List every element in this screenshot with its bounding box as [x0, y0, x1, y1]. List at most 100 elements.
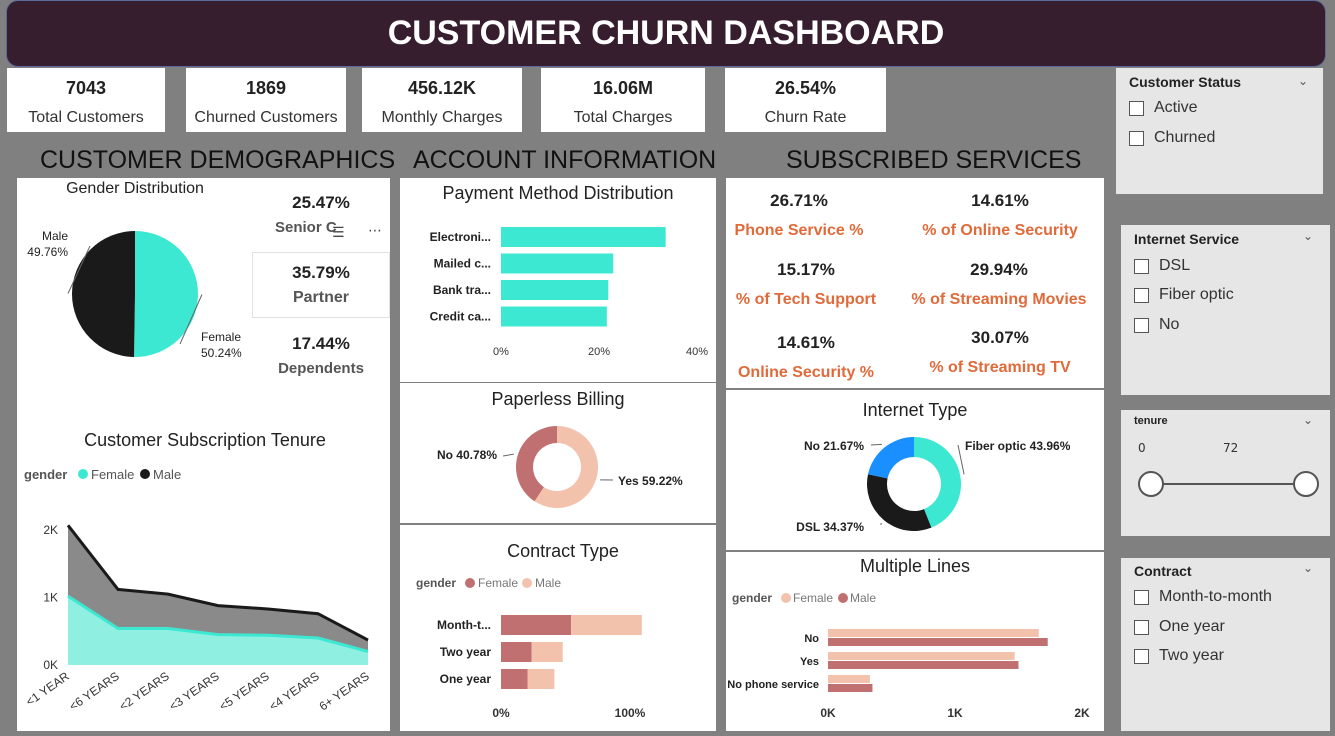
kpi-total-customers: 7043 Total Customers — [7, 68, 165, 132]
service-streaming-tv-value: 30.07% — [971, 328, 1029, 347]
x-tick-label: <2 YEARS — [117, 669, 172, 713]
y-tick-label: 2K — [43, 523, 58, 537]
slicer-option-one-year[interactable]: One year — [1134, 618, 1225, 636]
legend-marker-male — [140, 469, 150, 479]
x-tick-label: <5 YEARS — [217, 669, 272, 713]
slicer-option-no[interactable]: No — [1134, 316, 1179, 334]
gender-chart-title[interactable]: Gender Distribution — [40, 180, 230, 198]
slicer-option-two-year[interactable]: Two year — [1134, 647, 1224, 665]
payment-bar-chart[interactable]: Electroni... Mailed c... Bank tra... Credit… — [400, 215, 716, 380]
service-streaming-movies-value: 29.94% — [970, 260, 1028, 279]
data-label: Yes 59.22% — [618, 474, 683, 488]
slicer-tenure: tenure ⌄ 0 72 — [1121, 410, 1330, 536]
bar-male-0 — [828, 638, 1048, 646]
senior-citizen-card: 25.47% Senior C — [252, 185, 390, 251]
dependents-card: 17.44% Dependents — [252, 322, 390, 386]
slicer-title: Internet Service — [1134, 231, 1240, 247]
x-tick-label: 100% — [615, 706, 646, 720]
pie-slice-no — [868, 437, 914, 479]
kpi-total-charges: 16.06M Total Charges — [541, 68, 705, 132]
gender-pie-chart[interactable]: Female 50.24% Male 49.76% — [20, 205, 260, 385]
service-tech-support-label: % of Tech Support — [735, 291, 877, 308]
chevron-down-icon[interactable]: ⌄ — [1303, 561, 1313, 575]
slicer-option-churned[interactable]: Churned — [1129, 129, 1215, 147]
bar-female-0 — [828, 629, 1039, 637]
internet-donut-chart[interactable]: Fiber optic 43.96% DSL 34.37% No 21.67% — [726, 425, 1104, 550]
payment-chart-title: Payment Method Distribution — [442, 183, 674, 203]
x-tick-label: <6 YEARS — [67, 669, 122, 713]
kpi-label: Monthly Charges — [381, 109, 503, 126]
checkbox[interactable] — [1134, 648, 1149, 664]
kpi-label: Churn Rate — [764, 109, 847, 126]
tenure-min-input[interactable]: 0 — [1134, 438, 1206, 460]
slicer-customer-status: Customer Status ⌄ Active Churned — [1116, 68, 1323, 194]
dependents-value: 17.44% — [292, 334, 350, 353]
slicer-option-dsl[interactable]: DSL — [1134, 257, 1190, 275]
data-label: No 21.67% — [804, 439, 864, 453]
checkbox[interactable] — [1134, 619, 1149, 635]
slicer-option-month-to-month[interactable]: Month-to-month — [1134, 588, 1272, 606]
chevron-down-icon[interactable]: ⌄ — [1298, 74, 1308, 88]
bar-male-2 — [828, 684, 873, 692]
kpi-churned-customers: 1869 Churned Customers — [186, 68, 346, 132]
tenure-slider-max-handle[interactable] — [1293, 471, 1319, 497]
slicer-option-fiber[interactable]: Fiber optic — [1134, 286, 1234, 304]
category-label: No — [804, 633, 819, 645]
checkbox[interactable] — [1129, 100, 1144, 116]
partner-label: Partner — [292, 289, 350, 306]
chevron-down-icon[interactable]: ⌄ — [1303, 229, 1313, 243]
x-tick-label: 2K — [1074, 706, 1090, 720]
slicer-option-active[interactable]: Active — [1129, 99, 1198, 117]
x-tick-label: 40% — [686, 346, 708, 358]
checkbox[interactable] — [1134, 317, 1149, 333]
legend-label-male: Male — [153, 467, 181, 482]
partner-value: 35.79% — [292, 263, 350, 282]
service-online-security-label: % of Online Security — [922, 222, 1078, 239]
x-tick-label: 6+ YEARS — [317, 669, 372, 713]
tenure-slider-min-handle[interactable] — [1138, 471, 1164, 497]
bar-3 — [501, 306, 607, 327]
pie-slice-male — [71, 231, 135, 357]
chevron-down-icon[interactable]: ⌄ — [1303, 413, 1313, 427]
x-tick-label: 0% — [493, 346, 509, 358]
legend-label-female: Female — [478, 576, 518, 590]
legend-title: gender — [732, 591, 772, 605]
bar-2 — [501, 280, 609, 300]
multiplelines-bar-chart[interactable]: gender Female Male No Yes No phone service 0K 1… — [726, 585, 1104, 731]
more-options-icon[interactable]: ⋯ — [368, 223, 382, 239]
x-tick-label: 20% — [588, 346, 610, 358]
bar-female-1 — [828, 652, 1015, 660]
legend-label-female: Female — [793, 591, 833, 605]
partner-card: 35.79% Partner — [252, 252, 390, 318]
tenure-slider-track[interactable] — [1151, 483, 1306, 485]
bar-male-0 — [571, 615, 642, 635]
data-label: 49.76% — [27, 245, 68, 259]
filter-icon[interactable]: ☰ — [332, 225, 345, 241]
slicer-title: tenure — [1134, 415, 1168, 427]
legend-marker-male — [522, 578, 532, 588]
pie-slice-no — [516, 426, 557, 502]
data-label: Fiber optic 43.96% — [965, 439, 1071, 453]
data-label: No 40.78% — [437, 448, 497, 462]
bar-female-2 — [828, 675, 870, 683]
kpi-value: 26.54% — [774, 78, 837, 98]
bar-female-1 — [501, 642, 532, 662]
x-tick-label: <1 YEAR — [23, 669, 72, 709]
legend-marker-female — [781, 593, 791, 603]
checkbox[interactable] — [1129, 130, 1144, 146]
legend-marker-female — [78, 469, 88, 479]
tenure-area-chart[interactable]: gender Female Male 0K 1K 2K <1 YEAR<6 YEARS<2 … — [20, 460, 388, 730]
checkbox[interactable] — [1134, 287, 1149, 303]
checkbox[interactable] — [1134, 258, 1149, 274]
bar-female-0 — [501, 615, 572, 635]
section-title-demographics: CUSTOMER DEMOGRAPHICS — [40, 146, 396, 174]
checkbox[interactable] — [1134, 589, 1149, 605]
service-streaming-movies-label: % of Streaming Movies — [911, 291, 1087, 308]
kpi-label: Churned Customers — [194, 109, 338, 126]
pie-slice-female — [134, 231, 198, 357]
paperless-donut-chart[interactable]: Yes 59.22% No 40.78% — [400, 412, 716, 522]
slicer-title: Customer Status — [1129, 74, 1242, 90]
tenure-max-input[interactable]: 72 — [1219, 438, 1291, 460]
contract-bar-chart[interactable]: gender Female Male Month-t... Two year One ye… — [400, 570, 716, 730]
service-streaming-tv-label: % of Streaming TV — [929, 359, 1071, 376]
